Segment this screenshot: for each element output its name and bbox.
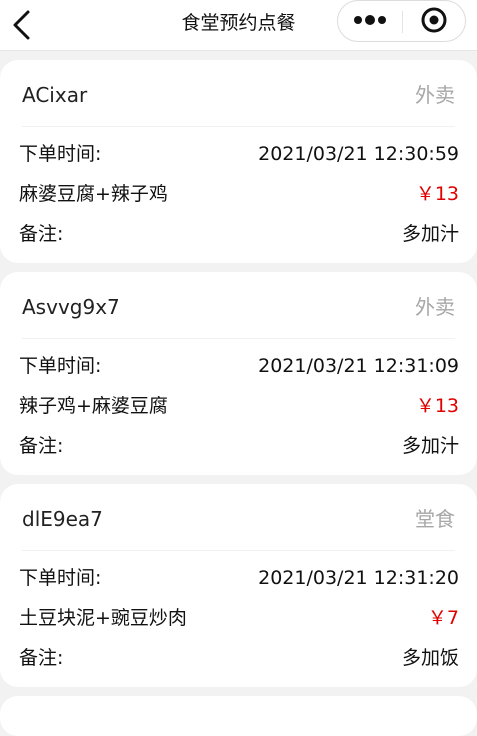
mini-program-capsule xyxy=(337,0,466,42)
order-header: ACixar 外卖 xyxy=(22,78,455,112)
order-price: ￥7 xyxy=(427,607,459,629)
order-price: ￥13 xyxy=(415,183,459,205)
order-note-value: 多加饭 xyxy=(401,647,459,669)
more-dots-icon xyxy=(354,15,386,25)
close-button[interactable] xyxy=(403,1,465,43)
divider xyxy=(22,338,455,339)
order-note-value: 多加汁 xyxy=(401,223,459,245)
order-dishes-row: 辣子鸡+麻婆豆腐 ￥13 xyxy=(19,391,459,421)
order-type-label: 外卖 xyxy=(415,295,455,319)
order-time-row: 下单时间: 2021/03/21 12:31:09 xyxy=(19,351,459,381)
order-price: ￥13 xyxy=(415,395,459,417)
order-time-row: 下单时间: 2021/03/21 12:30:59 xyxy=(19,139,459,169)
order-time-value: 2021/03/21 12:30:59 xyxy=(258,143,459,165)
order-time-row: 下单时间: 2021/03/21 12:31:20 xyxy=(19,563,459,593)
order-note-row: 备注: 多加汁 xyxy=(19,431,459,461)
order-type-label: 外卖 xyxy=(415,83,455,107)
order-card-partial[interactable] xyxy=(0,696,477,736)
order-dishes: 辣子鸡+麻婆豆腐 xyxy=(19,395,168,417)
order-time-label: 下单时间: xyxy=(19,355,102,377)
order-card[interactable]: Asvvg9x7 外卖 下单时间: 2021/03/21 12:31:09 辣子… xyxy=(0,272,477,475)
order-dishes-row: 土豆块泥+豌豆炒肉 ￥7 xyxy=(19,603,459,633)
order-dishes-row: 麻婆豆腐+辣子鸡 ￥13 xyxy=(19,179,459,209)
order-username: Asvvg9x7 xyxy=(22,295,120,319)
divider xyxy=(22,550,455,551)
order-list: ACixar 外卖 下单时间: 2021/03/21 12:30:59 麻婆豆腐… xyxy=(0,60,477,736)
order-note-value: 多加汁 xyxy=(401,435,459,457)
order-dishes: 土豆块泥+豌豆炒肉 xyxy=(19,607,187,629)
target-close-icon xyxy=(421,7,447,33)
order-note-row: 备注: 多加饭 xyxy=(19,643,459,673)
order-note-label: 备注: xyxy=(19,647,64,669)
order-card[interactable]: ACixar 外卖 下单时间: 2021/03/21 12:30:59 麻婆豆腐… xyxy=(0,60,477,263)
order-time-label: 下单时间: xyxy=(19,143,102,165)
order-time-value: 2021/03/21 12:31:20 xyxy=(258,567,459,589)
more-button[interactable] xyxy=(338,1,402,43)
nav-bar: 食堂预约点餐 xyxy=(0,0,477,51)
order-card[interactable]: dlE9ea7 堂食 下单时间: 2021/03/21 12:31:20 土豆块… xyxy=(0,484,477,687)
order-dishes: 麻婆豆腐+辣子鸡 xyxy=(19,183,168,205)
order-time-value: 2021/03/21 12:31:09 xyxy=(258,355,459,377)
order-time-label: 下单时间: xyxy=(19,567,102,589)
order-username: dlE9ea7 xyxy=(22,507,103,531)
divider xyxy=(22,126,455,127)
order-username: ACixar xyxy=(22,83,88,107)
order-header: dlE9ea7 堂食 xyxy=(22,502,455,536)
order-note-label: 备注: xyxy=(19,223,64,245)
order-type-label: 堂食 xyxy=(415,507,455,531)
order-note-label: 备注: xyxy=(19,435,64,457)
order-note-row: 备注: 多加汁 xyxy=(19,219,459,249)
order-header: Asvvg9x7 外卖 xyxy=(22,290,455,324)
